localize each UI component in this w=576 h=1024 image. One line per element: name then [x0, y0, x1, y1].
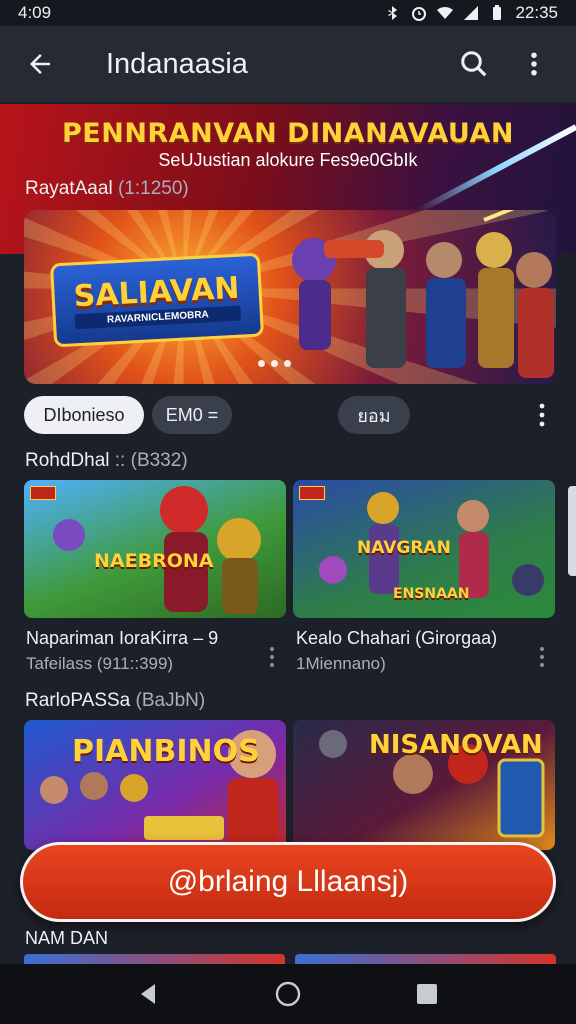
chips-more-button[interactable]: [530, 400, 554, 430]
carousel-dot[interactable]: [258, 360, 265, 367]
more-vert-icon: [539, 403, 545, 427]
signal-icon: [464, 6, 479, 20]
card-art-title: NAEBRONA: [94, 550, 214, 572]
card-art-title: PIANBINOS: [72, 734, 260, 769]
card-meta: 1Miennano): [296, 654, 386, 673]
chip-filter-1[interactable]: DIbonieso: [24, 396, 144, 434]
card-meta: Tafeilass (911::399): [26, 654, 174, 673]
card-art: NAEBRONA: [24, 480, 286, 618]
status-bar: 4:09 22:35: [0, 0, 576, 26]
game-card[interactable]: NAVGRAN ENSNAAN: [293, 480, 555, 618]
scrollbar[interactable]: [568, 486, 576, 576]
battery-icon: [493, 5, 502, 20]
section3-label-text: RarloPASSa: [25, 690, 131, 711]
hero-characters-illustration: [292, 210, 554, 378]
status-icons: 22:35: [385, 3, 558, 23]
card-title: Kealo Chahari (Girorgaa): [296, 628, 498, 648]
section3-count: (BaJbN): [135, 690, 206, 711]
card-more-button[interactable]: [260, 642, 284, 672]
home-circle-icon: [275, 981, 301, 1007]
card-art: NAVGRAN ENSNAAN: [293, 480, 555, 618]
featured-section-label: RayatAaal (1:1250): [25, 178, 189, 200]
section2-label: RohdDhal :: (B332): [25, 450, 188, 472]
bluetooth-icon: [388, 6, 398, 20]
card-art: NISANOVAN: [293, 720, 555, 850]
nav-recents-button[interactable]: [405, 972, 449, 1016]
recents-square-icon: [416, 984, 437, 1004]
back-triangle-icon: [141, 984, 156, 1004]
carousel-dot[interactable]: [271, 360, 278, 367]
bottom-section-cards-peek: [24, 954, 556, 964]
app-bar: Indanaasia: [0, 26, 576, 102]
section2-count: :: (B332): [114, 450, 188, 471]
chip-filter-3[interactable]: ยอม: [338, 396, 410, 434]
page-title: Indanaasia: [106, 47, 248, 80]
carousel-dot[interactable]: [284, 360, 291, 367]
search-button[interactable]: [452, 42, 496, 86]
primary-cta-button[interactable]: @brlaing Lllaansj): [20, 842, 556, 922]
game-card[interactable]: PIANBINOS: [24, 720, 286, 850]
game-card[interactable]: NAEBRONA: [24, 480, 286, 618]
card-art-title: NISANOVAN: [369, 730, 543, 760]
card-peek[interactable]: [24, 954, 285, 964]
more-options-button[interactable]: [512, 42, 556, 86]
bottom-section-label: NAM DAN: [25, 928, 109, 948]
card-characters-illustration: [53, 486, 261, 614]
hero-title: PENNRANVAN DINANAVAUAN: [62, 118, 514, 149]
back-button[interactable]: [20, 44, 60, 84]
card-art: PIANBINOS: [24, 720, 286, 850]
game-card[interactable]: NISANOVAN: [293, 720, 555, 850]
system-nav-bar: [0, 964, 576, 1024]
card-art-title: NAVGRAN: [357, 538, 451, 558]
more-vert-icon: [540, 647, 544, 667]
featured-banner[interactable]: SALIAVAN RAVARNICLEMOBRA: [24, 210, 556, 384]
alarm-icon: [412, 7, 427, 21]
status-time: 4:09: [18, 3, 52, 22]
status-clock: 22:35: [515, 3, 558, 22]
more-vert-icon: [531, 52, 537, 76]
back-arrow-icon: [30, 54, 50, 74]
more-vert-icon: [270, 647, 274, 667]
card-art-subtitle: ENSNAAN: [393, 586, 470, 602]
card-title: Napariman IoraKirra – 9: [26, 628, 219, 648]
card-more-button[interactable]: [530, 642, 554, 672]
section3-label: RarloPASSa (BaJbN): [25, 690, 205, 712]
nav-home-button[interactable]: [266, 972, 310, 1016]
wifi-icon: [437, 6, 454, 19]
game-logo: SALIAVAN RAVARNICLEMOBRA: [49, 252, 265, 348]
featured-count: (1:1250): [117, 178, 189, 199]
carousel-dots: [258, 360, 291, 367]
search-icon: [461, 51, 487, 77]
chip-filter-2[interactable]: EM0 =: [152, 396, 232, 434]
section2-label-text: RohdDhal: [25, 450, 110, 471]
hero-subtitle: SeUJustian alokure Fes9e0GbIk: [158, 150, 418, 170]
nav-back-button[interactable]: [127, 972, 171, 1016]
featured-label-text: RayatAaal: [25, 178, 113, 199]
card-peek[interactable]: [295, 954, 556, 964]
